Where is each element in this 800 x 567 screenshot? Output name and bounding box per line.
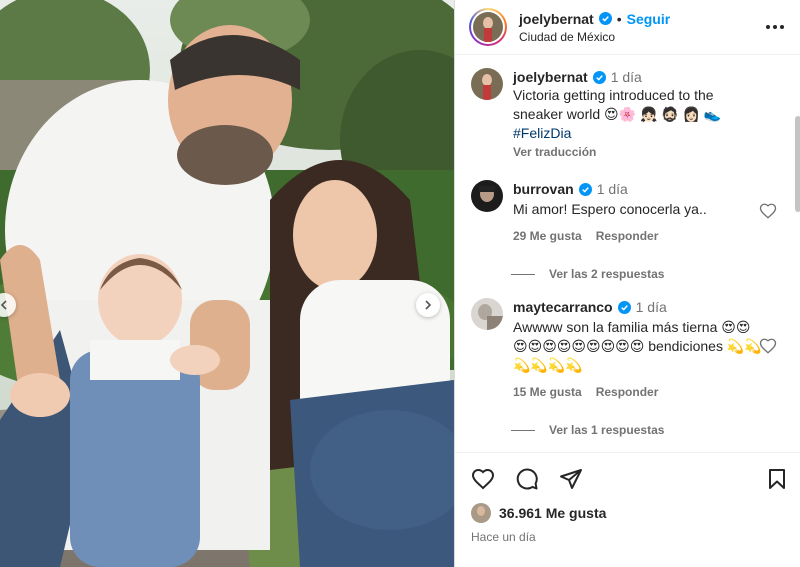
caption-username[interactable]: joelybernat [513, 68, 588, 86]
scrollbar[interactable] [795, 116, 800, 212]
comment-username[interactable]: maytecarranco [513, 298, 613, 316]
caption-time[interactable]: 1 día [611, 68, 642, 86]
comment-item: maytecarranco 1 día Awwww son la familia… [471, 298, 771, 437]
more-horizontal-icon [766, 25, 784, 29]
comment-text: Mi amor! Espero conocerla ya.. [513, 201, 707, 217]
story-ring[interactable] [469, 8, 507, 46]
replies-divider [511, 273, 535, 275]
reply-button[interactable]: Responder [596, 229, 659, 243]
comment-username[interactable]: burrovan [513, 180, 574, 198]
view-replies-label: Ver las 1 respuestas [549, 423, 665, 437]
post-viewer: joelybernat • Seguir Ciudad de México jo… [0, 0, 800, 567]
verified-badge-icon [598, 12, 612, 25]
post-timestamp[interactable]: Hace un día [471, 530, 536, 544]
share-icon[interactable] [559, 467, 583, 491]
post-header: joelybernat • Seguir Ciudad de México [455, 0, 800, 55]
bookmark-icon[interactable] [765, 467, 789, 491]
reply-button[interactable]: Responder [596, 385, 659, 399]
avatar[interactable] [471, 180, 503, 212]
hashtag-link[interactable]: #FelizDia [513, 124, 763, 143]
comment-icon[interactable] [515, 467, 539, 491]
avatar [471, 503, 491, 523]
view-replies-button[interactable]: Ver las 2 respuestas [511, 267, 771, 281]
heart-icon[interactable] [759, 337, 777, 355]
follow-button[interactable]: Seguir [627, 11, 671, 27]
caption: joelybernat 1 día Victoria getting intro… [471, 68, 771, 159]
post-side-panel: joelybernat • Seguir Ciudad de México jo… [454, 0, 800, 567]
chevron-left-icon [0, 300, 7, 310]
verified-badge-icon [592, 70, 606, 84]
comments-list[interactable]: joelybernat 1 día Victoria getting intro… [455, 56, 800, 452]
comment-time[interactable]: 1 día [636, 298, 667, 316]
comment-likes[interactable]: 29 Me gusta [513, 229, 582, 243]
comment-time[interactable]: 1 día [597, 180, 628, 198]
likes-count: 36.961 Me gusta [499, 505, 607, 521]
view-replies-label: Ver las 2 respuestas [549, 267, 665, 281]
avatar[interactable] [471, 298, 503, 330]
location-link[interactable]: Ciudad de México [519, 30, 670, 44]
post-photo[interactable] [0, 0, 454, 567]
avatar [473, 12, 503, 42]
separator-dot: • [616, 10, 622, 27]
view-replies-button[interactable]: Ver las 1 respuestas [511, 423, 771, 437]
comment-likes[interactable]: 15 Me gusta [513, 385, 582, 399]
chevron-right-icon [425, 300, 432, 310]
likes-summary[interactable]: 36.961 Me gusta [471, 503, 606, 523]
more-options-button[interactable] [764, 16, 786, 41]
heart-icon[interactable] [471, 467, 495, 491]
replies-divider [511, 429, 535, 431]
caption-text: Victoria getting introduced to the sneak… [513, 87, 722, 122]
translate-link[interactable]: Ver traducción [513, 145, 763, 159]
comment-item: burrovan 1 día Mi amor! Espero conocerla… [471, 180, 771, 281]
post-actions: 36.961 Me gusta Hace un día [455, 452, 800, 567]
verified-badge-icon [617, 300, 631, 314]
heart-icon[interactable] [759, 202, 777, 220]
verified-badge-icon [578, 182, 592, 196]
author-username[interactable]: joelybernat [519, 11, 594, 27]
comment-text: Awwww son la familia más tierna 😍😍😍😍😍😍😍😍… [513, 319, 762, 373]
family-photo-image [0, 0, 454, 567]
avatar[interactable] [471, 68, 503, 100]
next-photo-button[interactable] [416, 293, 440, 317]
